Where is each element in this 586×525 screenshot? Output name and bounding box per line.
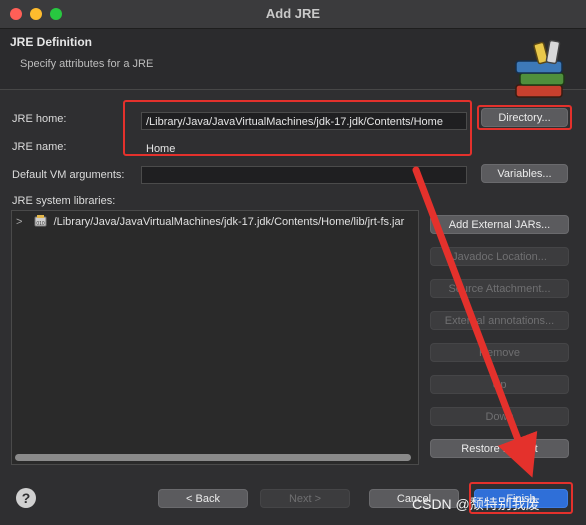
add-jre-dialog: Add JRE JRE Definition Specify attribute… [0,0,586,525]
csdn-watermark: CSDN @颓特别我废 [412,496,540,512]
red-arrow-icon [412,166,538,478]
